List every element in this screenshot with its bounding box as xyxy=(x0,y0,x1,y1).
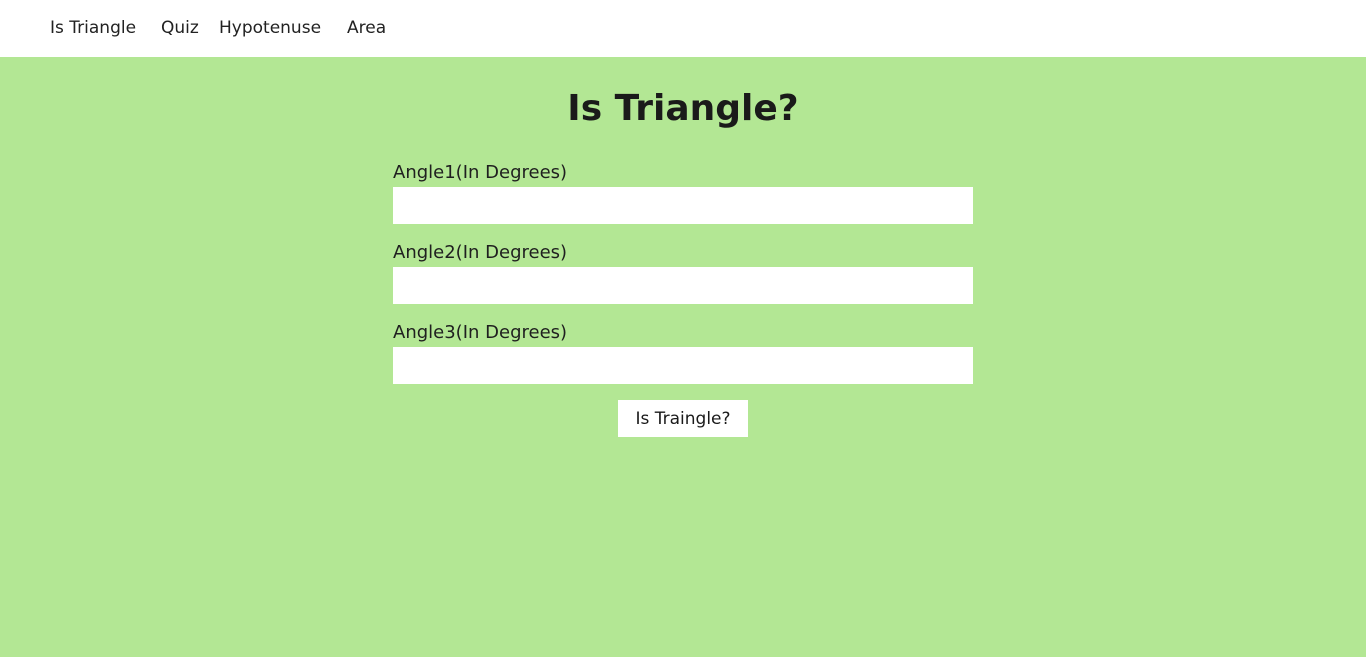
page-title: Is Triangle? xyxy=(567,88,799,129)
nav-link-area[interactable]: Area xyxy=(347,17,386,39)
top-nav: Is Triangle Quiz Hypotenuse Area xyxy=(0,0,1366,57)
nav-link-is-triangle[interactable]: Is Triangle xyxy=(50,17,136,39)
nav-link-quiz[interactable]: Quiz xyxy=(161,17,199,39)
angle3-label: Angle3(In Degrees) xyxy=(393,322,568,343)
angle2-label: Angle2(In Degrees) xyxy=(393,242,568,263)
is-triangle-button[interactable]: Is Traingle? xyxy=(618,400,748,437)
angle2-input[interactable] xyxy=(393,267,973,304)
main-section: Is Triangle? Angle1(In Degrees) Angle2(I… xyxy=(0,57,1366,657)
angle1-label: Angle1(In Degrees) xyxy=(393,162,568,183)
angle3-input[interactable] xyxy=(393,347,973,384)
angle1-input[interactable] xyxy=(393,187,973,224)
nav-link-hypotenuse[interactable]: Hypotenuse xyxy=(219,17,321,39)
